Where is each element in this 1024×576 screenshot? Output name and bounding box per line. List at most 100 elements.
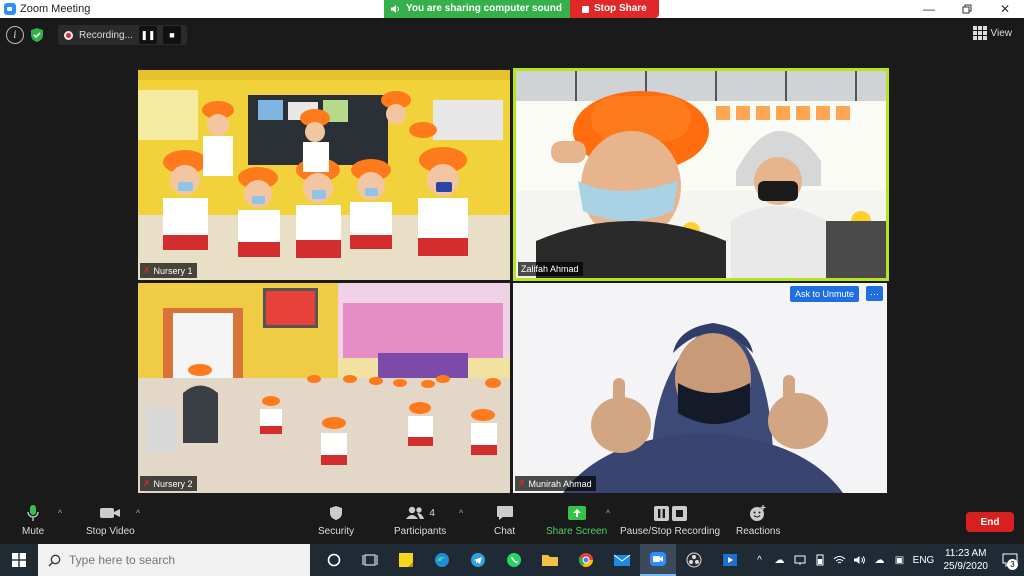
recording-label: Recording... [79,29,133,41]
restore-icon [962,4,972,14]
meeting-area: i Recording... ❚❚ ■ View ✗ Nursery 1 Zal… [0,18,1024,498]
onedrive-cloud-icon[interactable]: ☁ [870,555,890,566]
tray-app-icon[interactable]: ▣ [890,555,910,566]
windows-taskbar: ^ ☁ ☁ ▣ ENG 11:23 AM 25/9/2020 3 [0,544,1024,576]
stop-recording-icon[interactable]: ■ [162,26,181,44]
battery-icon[interactable] [810,554,830,566]
restore-button[interactable] [948,0,986,18]
task-view-icon [362,554,378,566]
participant-name: Nursery 2 [153,478,193,489]
cortana-button[interactable] [316,544,352,576]
obs-app[interactable] [676,544,712,576]
whatsapp-app[interactable] [496,544,532,576]
participants-icon [406,506,425,519]
video-camera-icon [100,508,121,518]
video-tile-munirah-ahmad[interactable]: Ask to Unmute ··· ✗ Munirah Ahmad [513,283,887,493]
video-options-caret-icon[interactable]: ^ [136,508,140,518]
encryption-shield-icon[interactable] [28,26,46,44]
obs-icon [686,552,702,568]
more-options-button[interactable]: ··· [866,286,883,301]
chat-button[interactable]: Chat [494,502,515,537]
volume-icon[interactable] [850,555,870,565]
smiley-add-icon [750,505,766,521]
title-bar: Zoom Meeting You are sharing computer so… [0,0,1024,18]
shield-icon [330,506,343,520]
participants-label: Participants [394,526,447,537]
microphone-icon [27,505,39,521]
muted-mic-icon: ✗ [143,478,151,488]
show-hidden-icons-caret-icon[interactable]: ^ [750,555,770,566]
pause-stop-recording-button[interactable]: Pause/Stop Recording [620,502,720,537]
telegram-app[interactable] [460,544,496,576]
video-tile-nursery-1[interactable]: ✗ Nursery 1 [138,70,510,280]
sticky-notes-icon [399,553,413,567]
wifi-icon[interactable] [830,555,850,565]
share-screen-button[interactable]: Share Screen [546,502,607,537]
media-player-app[interactable] [712,544,748,576]
chat-bubble-icon [496,506,513,520]
info-icon[interactable]: i [6,26,24,44]
reactions-label: Reactions [736,526,781,537]
stop-share-button[interactable]: Stop Share [569,0,659,18]
clock[interactable]: 11:23 AM 25/9/2020 [944,547,989,573]
zoom-app-icon [650,552,666,566]
stop-video-button[interactable]: Stop Video [86,502,135,537]
language-indicator[interactable]: ENG [910,555,938,566]
taskbar-search-box[interactable] [38,544,310,576]
participant-name-tag: ✗ Nursery 2 [140,476,197,491]
participants-button[interactable]: 4 Participants [394,502,446,537]
windows-logo-icon [12,553,26,567]
zoom-app[interactable] [640,544,676,576]
action-center-button[interactable]: 3 [996,544,1024,576]
notification-count-badge: 3 [1007,559,1018,570]
view-button[interactable]: View [972,26,1013,40]
zoom-window: Zoom Meeting You are sharing computer so… [0,0,1024,576]
view-label: View [990,27,1013,39]
stop-share-label: Stop Share [593,3,647,14]
start-button[interactable] [0,544,38,576]
task-view-button[interactable] [352,544,388,576]
pause-icon [653,505,669,521]
weather-cloud-icon[interactable]: ☁ [770,555,790,566]
participant-name: Munirah Ahmad [528,478,592,489]
video-tile-nursery-2[interactable]: ✗ Nursery 2 [138,283,510,493]
video-tile-zalifah-ahmad[interactable]: Zalifah Ahmad [513,68,889,281]
muted-mic-icon: ✗ [518,478,526,488]
minimize-button[interactable]: — [910,0,948,18]
mute-button[interactable]: Mute [22,502,44,537]
telegram-icon [471,553,485,567]
ask-to-unmute-button[interactable]: Ask to Unmute [790,286,860,302]
security-label: Security [318,526,355,537]
audio-options-caret-icon[interactable]: ^ [58,508,62,518]
clock-time: 11:23 AM [944,548,987,559]
close-button[interactable]: ✕ [986,0,1024,18]
sharing-sound-indicator: You are sharing computer sound [384,0,570,18]
participant-name-tag: Zalifah Ahmad [518,262,583,276]
meeting-toolbar: Mute ^ Stop Video ^ Security 4 Participa… [0,498,1024,544]
network-icon[interactable] [790,555,810,565]
end-meeting-button[interactable]: End [966,512,1014,532]
cortana-circle-icon [327,553,341,567]
sharing-sound-label: You are sharing computer sound [406,3,562,14]
muted-mic-icon: ✗ [143,265,151,275]
grid-view-icon [972,26,987,40]
taskbar-apps [316,544,748,576]
sticky-notes-app[interactable] [388,544,424,576]
share-options-caret-icon[interactable]: ^ [606,508,610,518]
participant-name: Nursery 1 [153,265,193,276]
chrome-app[interactable] [568,544,604,576]
participant-name: Zalifah Ahmad [521,264,579,274]
stop-video-label: Stop Video [86,526,135,537]
security-button[interactable]: Security [318,502,354,537]
window-controls: — ✕ [910,0,1024,18]
window-title: Zoom Meeting [20,3,91,15]
edge-browser-app[interactable] [424,544,460,576]
system-tray: ^ ☁ ☁ ▣ ENG 11:23 AM 25/9/2020 3 [750,544,1024,576]
pause-recording-icon[interactable]: ❚❚ [138,26,157,44]
mail-app[interactable] [604,544,640,576]
reactions-button[interactable]: Reactions [736,502,780,537]
search-input[interactable] [69,553,289,567]
file-explorer-app[interactable] [532,544,568,576]
participant-count: 4 [429,507,435,519]
participants-options-caret-icon[interactable]: ^ [459,508,463,518]
